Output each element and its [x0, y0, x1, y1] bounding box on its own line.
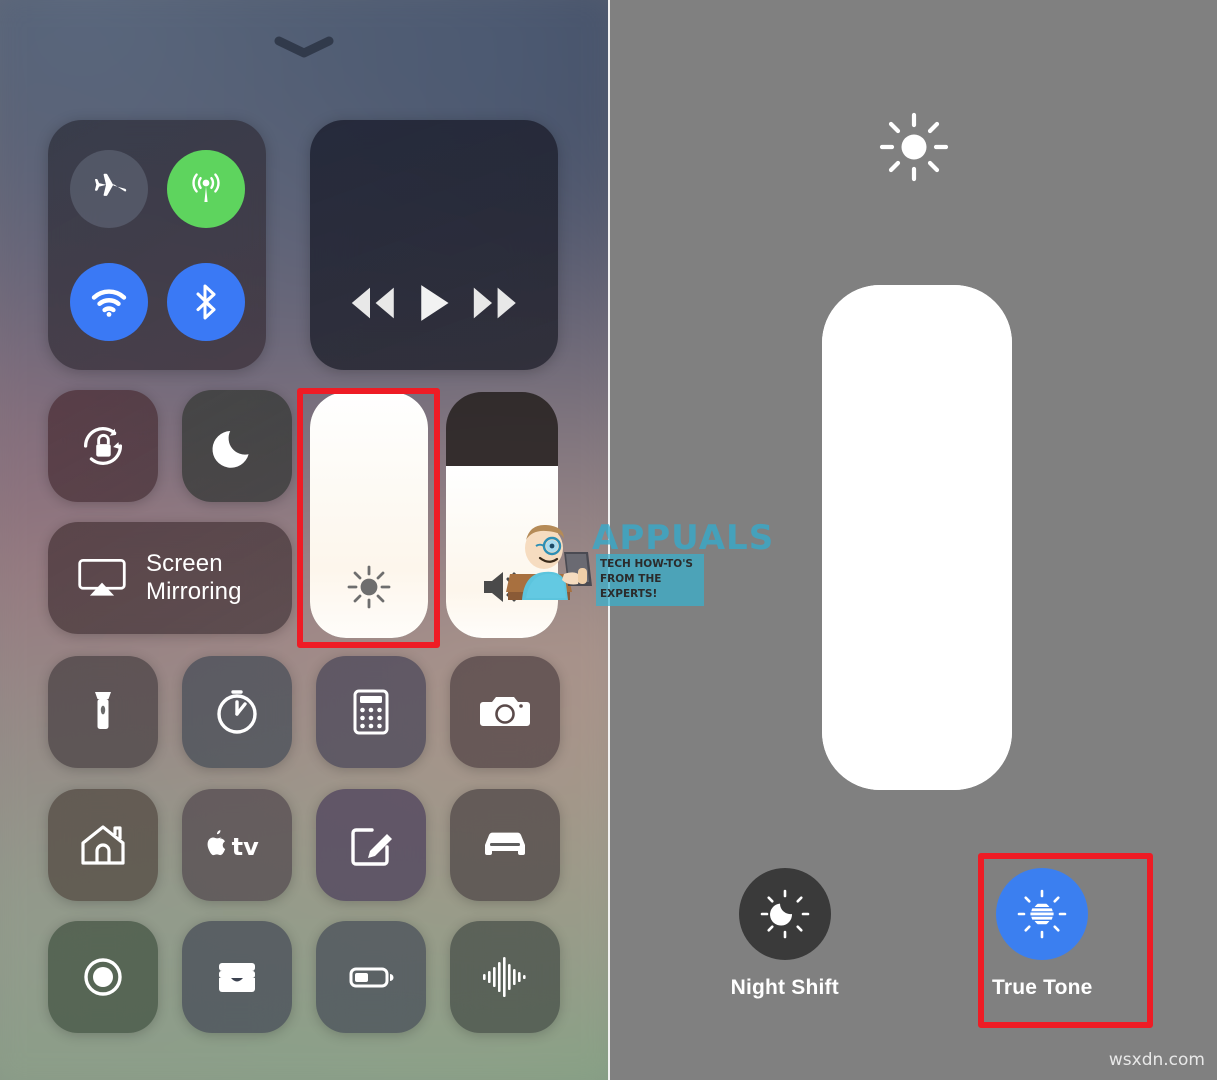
rotation-lock-icon — [83, 426, 123, 466]
play-icon — [421, 285, 449, 321]
brightness-slider[interactable] — [310, 392, 428, 638]
screenshot-root: Screen Mirroring tv Night Shift True Ton… — [0, 0, 1217, 1080]
screen-recording-button[interactable] — [48, 921, 158, 1033]
apple-tv-remote-button[interactable]: tv — [182, 789, 292, 901]
wallet-button[interactable] — [182, 921, 292, 1033]
carplay-button[interactable] — [450, 789, 560, 901]
flashlight-button[interactable] — [48, 656, 158, 768]
speaker-waves-icon — [475, 560, 529, 614]
do-not-disturb-button[interactable] — [182, 390, 292, 502]
airplane-mode-button[interactable] — [69, 149, 148, 228]
volume-slider[interactable] — [446, 392, 558, 638]
control-center-panel: Screen Mirroring tv — [0, 0, 608, 1080]
brightness-detail-fill — [822, 285, 1012, 790]
fast-forward-icon — [474, 287, 517, 319]
wifi-button[interactable] — [69, 262, 148, 341]
true-tone-label: True Tone — [991, 976, 1093, 999]
notes-button[interactable] — [316, 789, 426, 901]
low-power-mode-button[interactable] — [316, 921, 426, 1033]
moon-icon — [212, 431, 249, 468]
brightness-detail-slider[interactable] — [822, 285, 1012, 790]
night-shift-icon — [760, 889, 810, 939]
rewind-button[interactable] — [342, 282, 404, 324]
bluetooth-button[interactable] — [166, 262, 245, 341]
airplane-icon — [94, 173, 126, 196]
brightness-detail-panel: Night Shift True Tone — [608, 0, 1217, 1080]
cellular-data-button[interactable] — [166, 149, 245, 228]
screen-mirroring-label: Screen Mirroring — [146, 549, 242, 605]
media-playback-module — [310, 120, 558, 370]
rotation-lock-button[interactable] — [48, 390, 158, 502]
wallet-icon — [219, 963, 255, 992]
sun-icon — [342, 560, 396, 614]
night-shift-label: Night Shift — [730, 976, 839, 999]
true-tone-circle[interactable] — [996, 868, 1089, 960]
true-tone-icon — [1017, 889, 1067, 939]
notes-compose-icon — [351, 828, 392, 866]
rewind-icon — [351, 287, 394, 319]
chevron-down-icon[interactable] — [273, 34, 335, 60]
flashlight-icon — [95, 692, 111, 729]
apple-tv-icon: tv — [207, 830, 259, 861]
timer-icon — [217, 690, 257, 734]
site-credit: wsxdn.com — [1108, 1050, 1205, 1070]
night-shift-circle[interactable] — [738, 868, 831, 960]
screen-record-icon — [84, 958, 122, 996]
home-icon — [81, 825, 125, 865]
play-button[interactable] — [416, 282, 452, 324]
bluetooth-icon — [196, 284, 215, 319]
cellular-antenna-icon — [191, 172, 220, 202]
display-toggle-group: Night Shift True Tone — [610, 868, 1217, 1000]
hearing-button[interactable] — [450, 921, 560, 1033]
wifi-icon — [91, 288, 126, 317]
svg-text:tv: tv — [232, 833, 259, 861]
hearing-waveform-icon — [483, 957, 526, 997]
home-button[interactable] — [48, 789, 158, 901]
airplay-screen-icon — [78, 558, 126, 596]
true-tone-toggle[interactable]: True Tone — [957, 868, 1127, 1000]
camera-button[interactable] — [450, 656, 560, 768]
connectivity-module — [48, 120, 266, 370]
low-power-battery-icon — [349, 967, 394, 988]
fast-forward-button[interactable] — [464, 282, 526, 324]
sun-icon — [875, 108, 953, 186]
camera-icon — [480, 697, 530, 726]
calculator-icon — [353, 689, 389, 735]
screen-mirroring-button[interactable]: Screen Mirroring — [48, 522, 292, 634]
car-icon — [485, 832, 525, 855]
calculator-button[interactable] — [316, 656, 426, 768]
timer-button[interactable] — [182, 656, 292, 768]
night-shift-toggle[interactable]: Night Shift — [700, 868, 870, 1000]
